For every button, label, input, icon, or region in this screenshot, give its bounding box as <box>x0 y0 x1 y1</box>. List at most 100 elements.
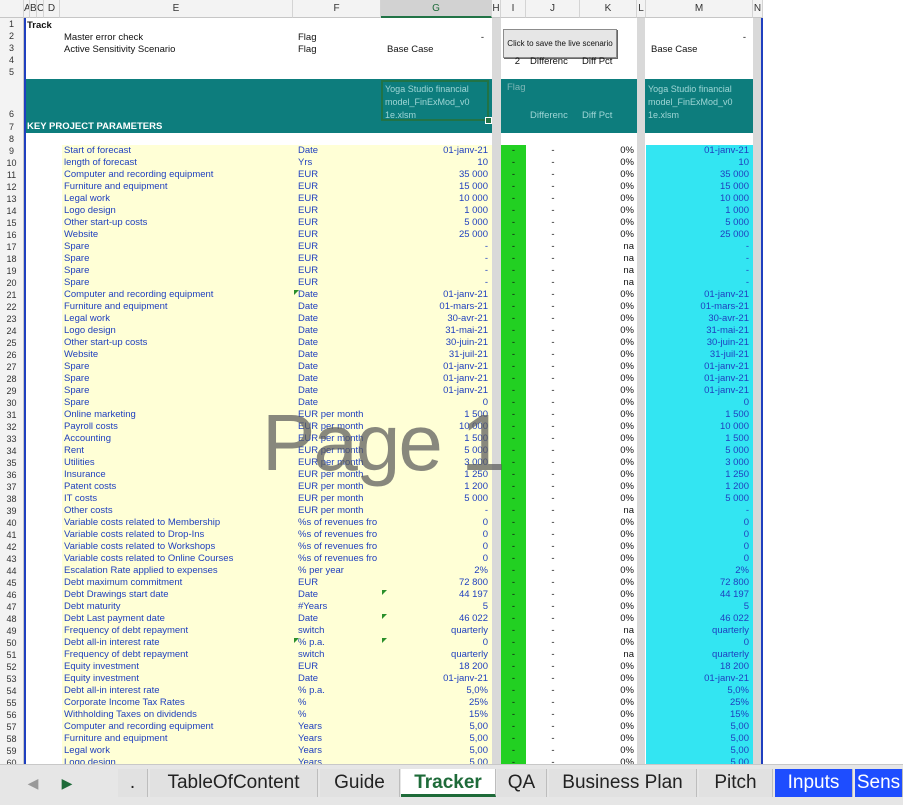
input-value-cell[interactable]: 5 000 <box>384 217 488 229</box>
row-number[interactable]: 46 <box>0 589 24 601</box>
input-value-cell[interactable]: 01-janv-21 <box>384 145 488 157</box>
row-number[interactable]: 37 <box>0 481 24 493</box>
row-number[interactable]: 20 <box>0 277 24 289</box>
row-number[interactable]: 15 <box>0 217 24 229</box>
row-number[interactable]: 57 <box>0 721 24 733</box>
row-number[interactable]: 35 <box>0 457 24 469</box>
input-value-cell[interactable]: - <box>384 277 488 289</box>
row-number[interactable]: 3 <box>0 42 24 54</box>
column-header-m[interactable]: M <box>646 0 753 18</box>
spreadsheet-grid[interactable]: ABCDEFGHIJKLMN 1234567891011121314151617… <box>0 0 903 764</box>
row-number[interactable]: 53 <box>0 673 24 685</box>
row-number[interactable]: 47 <box>0 601 24 613</box>
row-number[interactable]: 49 <box>0 625 24 637</box>
row-number[interactable]: 33 <box>0 433 24 445</box>
sheet-tab-business-plan[interactable]: Business Plan <box>549 769 697 797</box>
row-number[interactable]: 10 <box>0 157 24 169</box>
row-number[interactable]: 42 <box>0 541 24 553</box>
row-number[interactable]: 58 <box>0 733 24 745</box>
column-header-f[interactable]: F <box>293 0 381 18</box>
input-value-cell[interactable]: quarterly <box>384 625 488 637</box>
row-number[interactable]: 56 <box>0 709 24 721</box>
row-number[interactable]: 31 <box>0 409 24 421</box>
row-number[interactable]: 54 <box>0 685 24 697</box>
row-number[interactable]: 6 <box>0 78 24 121</box>
row-number[interactable]: 40 <box>0 517 24 529</box>
column-header-e[interactable]: E <box>60 0 293 18</box>
input-value-cell[interactable]: - <box>384 253 488 265</box>
row-number[interactable]: 14 <box>0 205 24 217</box>
row-number[interactable]: 44 <box>0 565 24 577</box>
row-number[interactable]: 11 <box>0 169 24 181</box>
row-number[interactable]: 45 <box>0 577 24 589</box>
column-header-n[interactable]: N <box>753 0 763 18</box>
row-number[interactable]: 24 <box>0 325 24 337</box>
input-value-cell[interactable]: 18 200 <box>384 661 488 673</box>
row-number[interactable]: 23 <box>0 313 24 325</box>
input-value-cell[interactable]: 01-mars-21 <box>384 301 488 313</box>
next-sheet-icon[interactable]: ▶ <box>58 771 76 795</box>
input-value-cell[interactable]: 15% <box>384 709 488 721</box>
row-number[interactable]: 19 <box>0 265 24 277</box>
input-value-cell[interactable]: quarterly <box>384 649 488 661</box>
input-value-cell[interactable]: 5,00 <box>384 745 489 757</box>
sheet-tab-pitch[interactable]: Pitch <box>699 769 773 797</box>
row-number[interactable]: 27 <box>0 361 24 373</box>
row-number[interactable]: 16 <box>0 229 24 241</box>
row-number[interactable]: 59 <box>0 745 24 757</box>
row-number[interactable]: 21 <box>0 289 24 301</box>
input-value-cell[interactable]: 01-janv-21 <box>384 673 488 685</box>
column-header-k[interactable]: K <box>580 0 637 18</box>
input-value-cell[interactable]: 5,0% <box>384 685 488 697</box>
column-header-d[interactable]: D <box>44 0 60 18</box>
row-number[interactable]: 39 <box>0 505 24 517</box>
input-value-cell[interactable]: 2% <box>384 565 488 577</box>
select-all-corner[interactable] <box>0 0 24 18</box>
column-header-h[interactable]: H <box>492 0 501 18</box>
row-number[interactable]: 26 <box>0 349 24 361</box>
input-value-cell[interactable]: 5,00 <box>384 721 489 733</box>
row-number[interactable]: 52 <box>0 661 24 673</box>
input-value-cell[interactable]: 1 000 <box>384 205 488 217</box>
input-value-cell[interactable]: 0 <box>384 553 488 565</box>
column-header-c[interactable]: C <box>37 0 44 18</box>
sheet-tab-inputs[interactable]: Inputs <box>775 769 853 797</box>
column-header-b[interactable]: B <box>30 0 37 18</box>
input-value-cell[interactable]: 31-juil-21 <box>384 349 488 361</box>
input-value-cell[interactable]: 5,00 <box>384 733 489 745</box>
row-number[interactable]: 60 <box>0 757 24 764</box>
row-number[interactable]: 34 <box>0 445 24 457</box>
row-number[interactable]: 51 <box>0 649 24 661</box>
input-value-cell[interactable]: 25% <box>384 697 488 709</box>
input-value-cell[interactable]: 5 000 <box>384 493 488 505</box>
row-number[interactable]: 12 <box>0 181 24 193</box>
row-number[interactable]: 38 <box>0 493 24 505</box>
sheet-tab-qa[interactable]: QA <box>497 769 547 797</box>
row-number[interactable]: 32 <box>0 421 24 433</box>
input-value-cell[interactable]: 46 022 <box>384 613 488 625</box>
input-value-cell[interactable]: 72 800 <box>384 577 488 589</box>
file-name-cell[interactable]: Yoga Studio financial model_FinExMod_v0 … <box>381 80 489 121</box>
row-number[interactable]: 7 <box>0 121 24 133</box>
input-value-cell[interactable]: 01-janv-21 <box>384 373 488 385</box>
row-number[interactable]: 13 <box>0 193 24 205</box>
input-value-cell[interactable]: 01-janv-21 <box>384 361 488 373</box>
column-header-j[interactable]: J <box>526 0 580 18</box>
fill-handle[interactable] <box>485 117 492 124</box>
input-value-cell[interactable]: 01-janv-21 <box>384 289 488 301</box>
input-value-cell[interactable]: 5,00 <box>384 757 489 764</box>
input-value-cell[interactable]: 15 000 <box>384 181 488 193</box>
input-value-cell[interactable]: 30-avr-21 <box>384 313 488 325</box>
row-number[interactable]: 1 <box>0 18 24 30</box>
input-value-cell[interactable]: 35 000 <box>384 169 488 181</box>
save-live-scenario-button[interactable]: Click to save the live scenario <box>503 29 617 58</box>
input-value-cell[interactable]: 44 197 <box>384 589 488 601</box>
input-value-cell[interactable]: 0 <box>384 541 488 553</box>
input-value-cell[interactable]: 25 000 <box>384 229 488 241</box>
input-value-cell[interactable]: 01-janv-21 <box>384 385 488 397</box>
input-value-cell[interactable]: 0 <box>384 529 488 541</box>
row-number[interactable]: 22 <box>0 301 24 313</box>
input-value-cell[interactable]: 10 000 <box>384 193 488 205</box>
row-number[interactable]: 25 <box>0 337 24 349</box>
input-value-cell[interactable]: 5 <box>384 601 488 613</box>
